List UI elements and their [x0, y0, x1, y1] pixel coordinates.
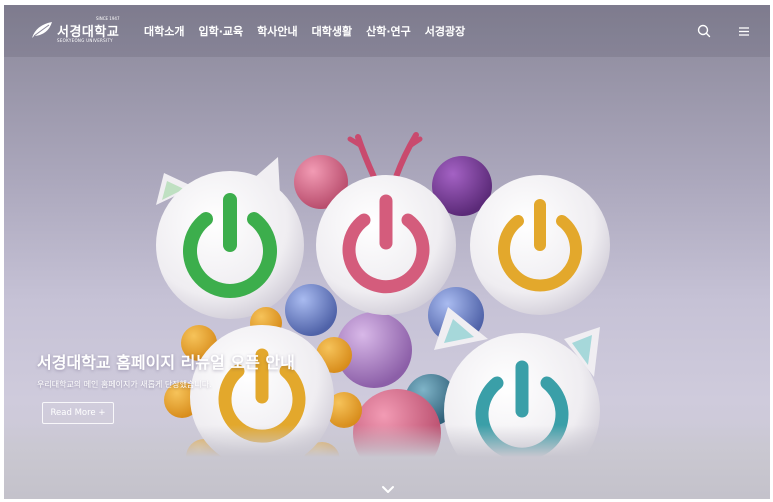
- logo-since: SINCE 1947: [96, 16, 120, 21]
- nav-item-research[interactable]: 산학·연구: [366, 23, 411, 39]
- read-more-button[interactable]: Read More +: [42, 402, 114, 424]
- search-icon: [697, 24, 711, 38]
- nav-item-plaza[interactable]: 서경광장: [425, 23, 465, 39]
- hero-headline: 서경대학교 홈페이지 리뉴얼 오픈 안내: [37, 353, 295, 372]
- site-header: 서경대학교 SEOKYEONG UNIVERSITY SINCE 1947 대학…: [4, 5, 770, 57]
- search-button[interactable]: [694, 21, 714, 41]
- ball-blue-left: [285, 284, 337, 336]
- cat-button-green: [156, 157, 304, 319]
- nav-item-campus-life[interactable]: 대학생활: [312, 23, 352, 39]
- leaf-logo-icon: [32, 22, 52, 38]
- scroll-down-button[interactable]: [380, 481, 396, 493]
- hamburger-menu-icon: [739, 27, 749, 36]
- round-button-yellow: [470, 175, 610, 315]
- hero-caption: 서경대학교 홈페이지 리뉴얼 오픈 안내 우리대학교의 메인 홈페이지가 새롭게…: [37, 349, 295, 390]
- logo-subtitle: SEOKYEONG UNIVERSITY: [57, 38, 113, 43]
- nav-item-admission[interactable]: 입학·교육: [198, 23, 243, 39]
- hero-subline: 우리대학교의 메인 홈페이지가 새롭게 단장했습니다.: [37, 380, 212, 389]
- nav-item-academics[interactable]: 학사안내: [257, 23, 297, 39]
- university-logo[interactable]: 서경대학교 SEOKYEONG UNIVERSITY SINCE 1947: [30, 16, 119, 47]
- menu-button[interactable]: [734, 21, 754, 41]
- nav-item-about[interactable]: 대학소개: [144, 23, 184, 39]
- chevron-down-icon: [382, 486, 394, 493]
- hero-banner: 서경대학교 SEOKYEONG UNIVERSITY SINCE 1947 대학…: [4, 5, 770, 499]
- main-nav: 대학소개 입학·교육 학사안내 대학생활 산학·연구 서경광장: [144, 23, 479, 39]
